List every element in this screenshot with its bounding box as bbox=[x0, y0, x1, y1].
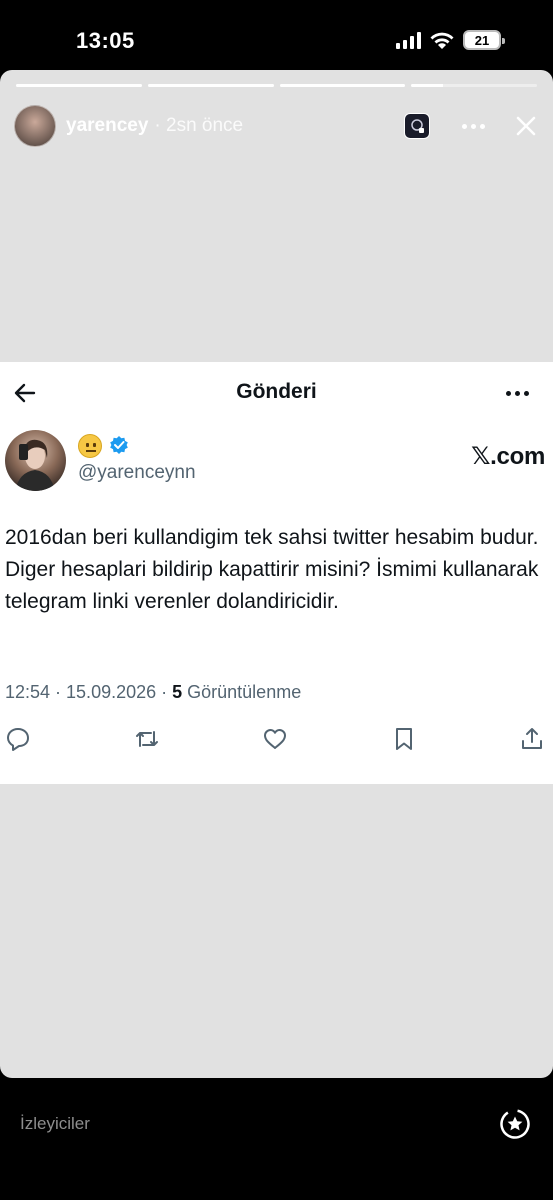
story-viewer[interactable]: yarencey · 2sn önce Gönderi @yarenceynn … bbox=[0, 70, 553, 1078]
cellular-signal-icon bbox=[396, 31, 421, 49]
wifi-icon bbox=[430, 32, 454, 49]
tweet-page-title: Gönderi bbox=[236, 380, 317, 403]
tweet-top-bar: Gönderi bbox=[0, 362, 553, 422]
x-brand-logo: 𝕏.com bbox=[471, 443, 545, 470]
tweet-body: 2016dan beri kullandigim tek sahsi twitt… bbox=[5, 526, 539, 613]
highlight-star-icon[interactable] bbox=[499, 1108, 531, 1140]
tweet-views-count: 5 bbox=[172, 682, 183, 702]
share-icon bbox=[522, 728, 542, 749]
story-username[interactable]: yarencey bbox=[66, 115, 148, 137]
verified-badge-icon bbox=[110, 436, 128, 454]
reply-icon bbox=[7, 728, 29, 751]
tweet-meta: 12:54 · 15.09.2026 · 5 Görüntülenme bbox=[5, 682, 301, 703]
tweet-timestamp: 12:54 · 15.09.2026 · bbox=[5, 682, 168, 702]
like-icon bbox=[264, 729, 286, 749]
close-icon[interactable] bbox=[515, 115, 537, 137]
story-progress-segment bbox=[16, 84, 142, 87]
status-bar: 13:05 21 bbox=[0, 0, 553, 70]
story-progress-segment bbox=[411, 84, 537, 87]
status-indicators: 21 bbox=[396, 30, 505, 50]
status-time: 13:05 bbox=[76, 28, 135, 53]
battery-icon: 21 bbox=[463, 30, 505, 50]
story-progress-bar bbox=[16, 84, 537, 87]
tweet-views-label: Görüntülenme bbox=[187, 682, 302, 702]
music-sticker-icon[interactable] bbox=[404, 113, 430, 139]
story-time-ago: · 2sn önce bbox=[154, 115, 244, 136]
more-horizontal-icon[interactable] bbox=[462, 123, 485, 129]
tweet-handle: @yarenceynn bbox=[78, 462, 196, 483]
story-progress-segment bbox=[279, 84, 406, 87]
tweet-author: @yarenceynn 𝕏.com bbox=[5, 430, 545, 494]
viewers-button[interactable]: İzleyiciler bbox=[20, 1114, 90, 1134]
tweet-card: Gönderi @yarenceynn 𝕏.com 2016dan beri k… bbox=[0, 362, 553, 784]
tweet-actions bbox=[5, 724, 545, 754]
neutral-face-emoji bbox=[78, 434, 102, 458]
bookmark-icon bbox=[395, 728, 412, 750]
more-horizontal-icon bbox=[506, 391, 529, 396]
retweet-icon bbox=[135, 731, 158, 747]
avatar[interactable] bbox=[14, 105, 56, 147]
avatar bbox=[5, 430, 66, 491]
battery-level: 21 bbox=[474, 32, 490, 48]
story-progress-segment bbox=[147, 84, 274, 87]
story-header: yarencey · 2sn önce bbox=[14, 104, 537, 148]
